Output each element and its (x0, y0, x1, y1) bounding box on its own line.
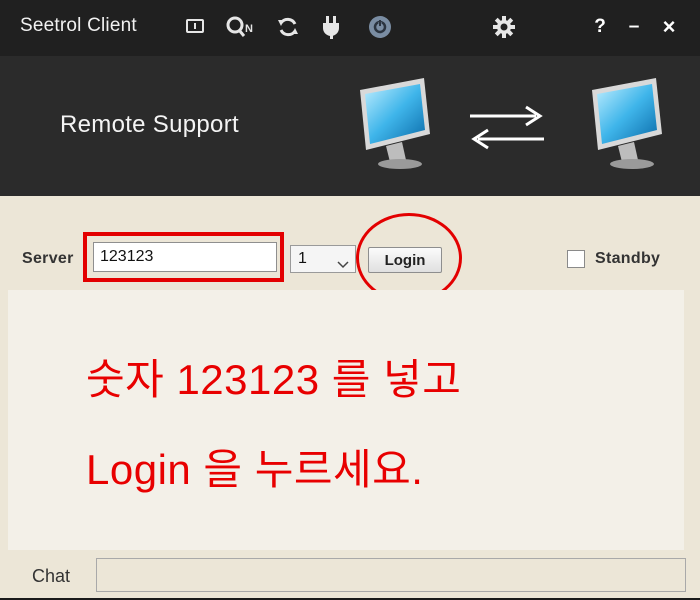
chevron-down-icon (337, 256, 349, 274)
standby-checkbox[interactable] (567, 250, 585, 268)
chat-input[interactable] (96, 558, 686, 592)
connection-bar: Server 1 Login Standby (0, 196, 700, 303)
standby-label: Standby (595, 250, 661, 267)
server-highlight-box (83, 232, 284, 282)
svg-text:N: N (245, 23, 253, 35)
server-label: Server (22, 250, 74, 267)
login-button[interactable]: Login (368, 247, 442, 273)
monitor-icon[interactable] (181, 13, 209, 41)
transfer-arrows-icon (466, 103, 548, 158)
app-title: Seetrol Client (20, 15, 137, 36)
refresh-icon[interactable] (274, 13, 302, 41)
main-panel: 숫자 123123 를 넣고 Login 을 누르세요. (8, 290, 684, 550)
power-icon[interactable] (366, 13, 394, 41)
monitor-icon (356, 76, 436, 177)
banner-title: Remote Support (60, 111, 239, 138)
monitor-icon (588, 76, 668, 177)
session-select[interactable]: 1 (290, 245, 356, 273)
gear-icon[interactable] (490, 13, 518, 41)
help-button[interactable]: ? (588, 14, 612, 40)
chat-label: Chat (32, 566, 71, 586)
instruction-line-1: 숫자 123123 를 넣고 (86, 356, 462, 403)
close-button[interactable]: × (657, 14, 681, 40)
session-select-value: 1 (298, 250, 307, 267)
server-input[interactable] (93, 242, 277, 272)
plug-icon[interactable] (317, 13, 345, 41)
search-user-icon[interactable]: N (224, 13, 260, 41)
title-bar: Seetrol Client N ? – × (0, 0, 700, 56)
banner: Remote Support (0, 56, 700, 196)
minimize-button[interactable]: – (622, 14, 646, 40)
instruction-line-2: Login 을 누르세요. (86, 446, 424, 493)
